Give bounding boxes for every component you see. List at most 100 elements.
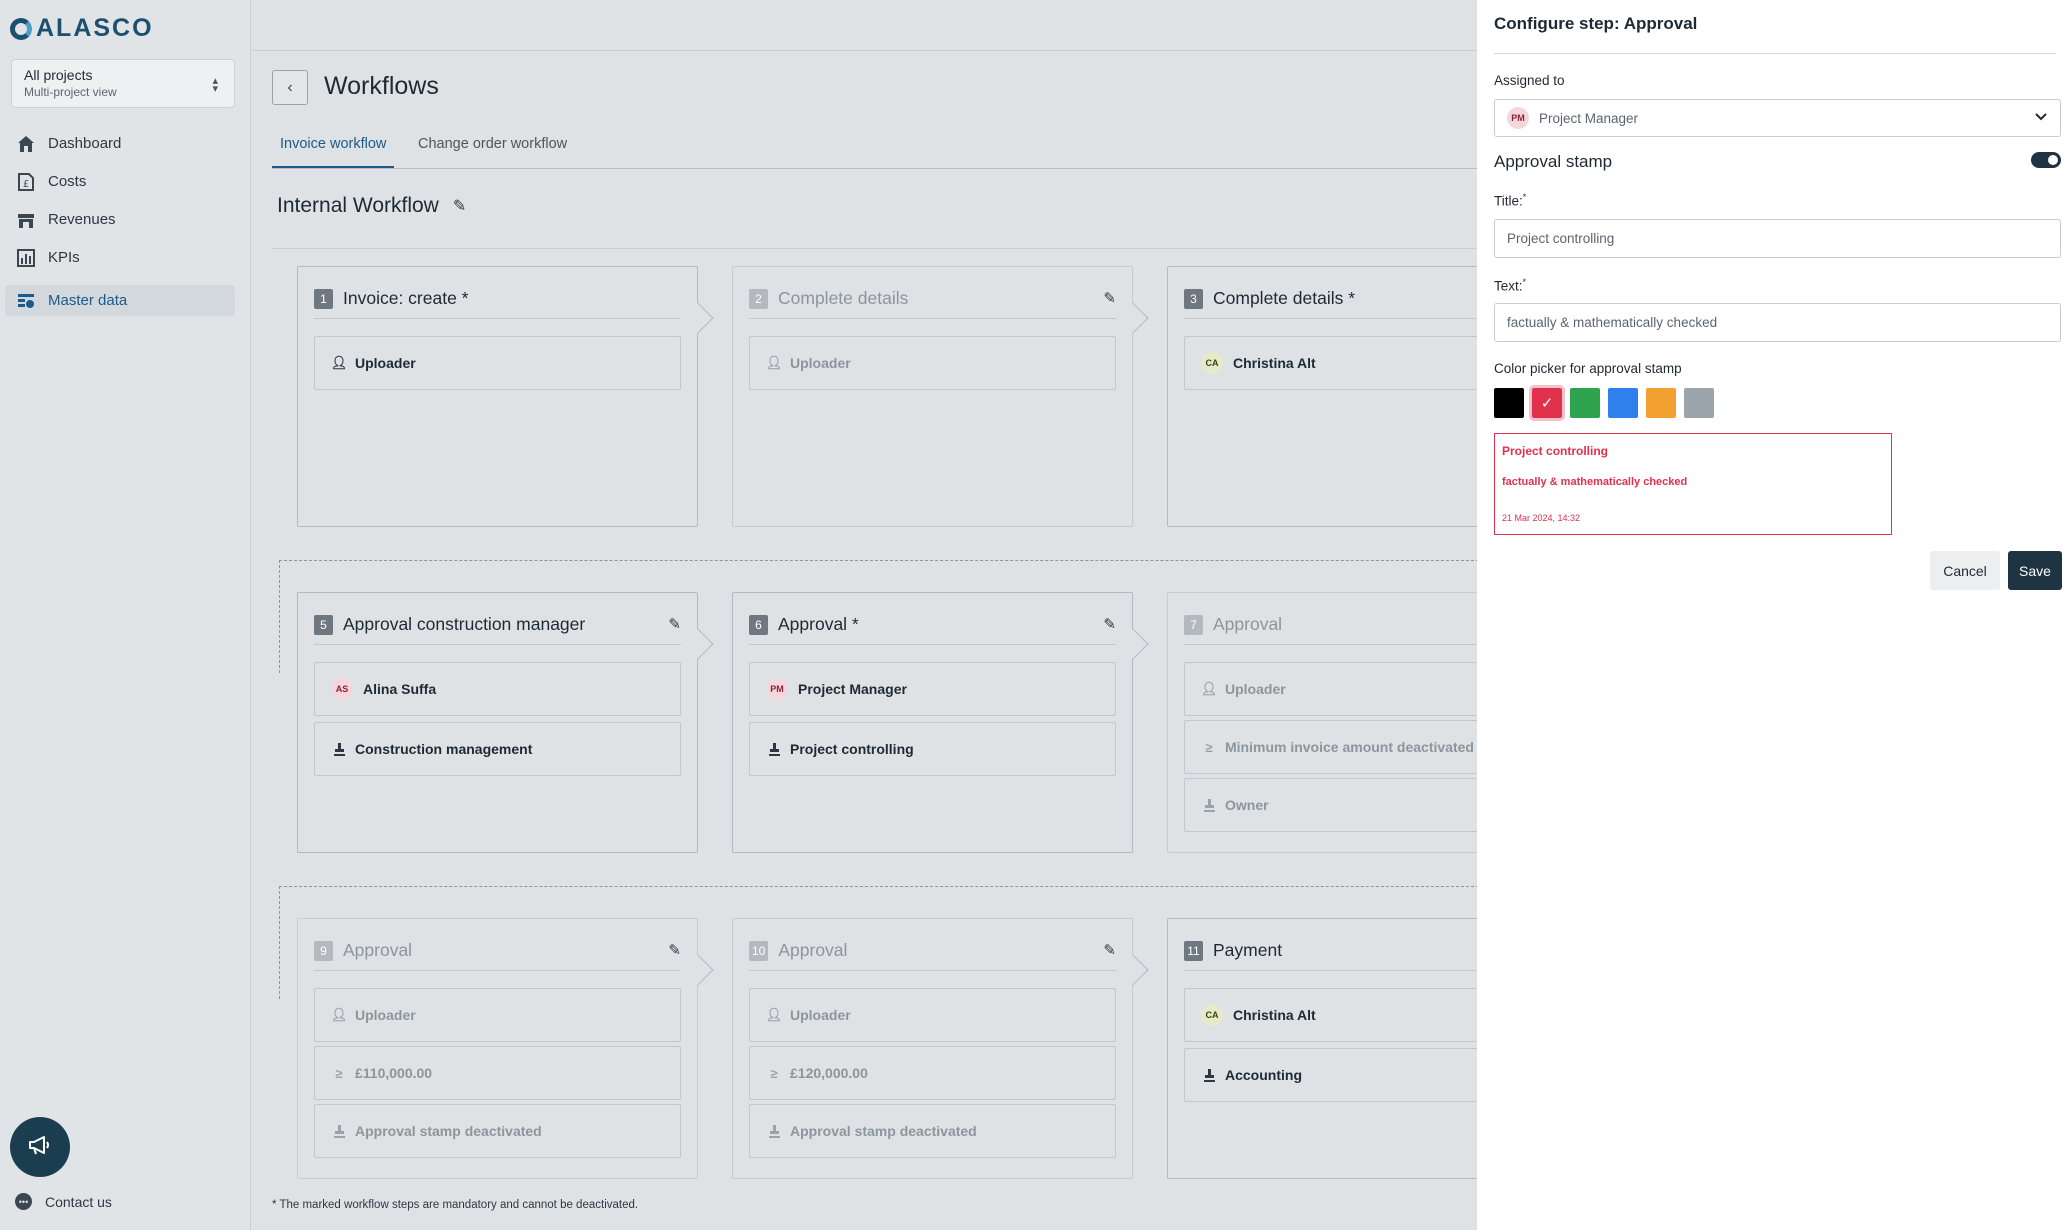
workflow-step-10[interactable]: 10 Approval ✎ 👤︎ Uploader ≥ £120,000.00 … [732, 918, 1149, 1179]
step-assignee: 👤︎ Uploader [314, 988, 681, 1042]
stamp-icon [331, 1124, 347, 1138]
greater-equal-icon: ≥ [335, 1065, 343, 1081]
approval-stamp-preview: Project controlling factually & mathemat… [1494, 433, 1892, 535]
step-assignee-label: Christina Alt [1233, 1007, 1316, 1023]
color-swatch-orange[interactable] [1646, 388, 1676, 418]
step-header: 6 Approval * ✎ [749, 605, 1116, 645]
sidebar-item-kpis[interactable]: KPIs [5, 242, 235, 273]
kpis-icon [16, 248, 36, 268]
tab-change-order-workflow[interactable]: Change order workflow [410, 132, 575, 168]
sidebar-item-dashboard[interactable]: Dashboard [5, 128, 235, 159]
step-stamp-label: Approval stamp deactivated [355, 1123, 542, 1139]
step-assignee-label: Alina Suffa [363, 681, 437, 697]
step-assignee: 👤︎ Uploader [314, 336, 681, 390]
required-mark: * [1522, 192, 1527, 202]
sidebar-nav: Dashboard £ Costs Revenues KPIs Master d… [5, 128, 235, 323]
user-icon: 👤︎ [330, 1007, 348, 1022]
workflow-step-7[interactable]: 7 Approval 👤︎ Uploader ≥ Minimum invoice… [1167, 592, 1477, 853]
stamp-text-input[interactable] [1494, 303, 2061, 342]
step-min-amount: ≥ £110,000.00 [314, 1046, 681, 1100]
assigned-to-select[interactable]: PM Project Manager [1494, 99, 2061, 137]
step-assignee: PM Project Manager [749, 662, 1116, 716]
step-name: Invoice: create * [343, 288, 469, 308]
project-selector-name: All projects [24, 67, 93, 83]
workflow-step-1[interactable]: 1 Invoice: create * 👤︎ Uploader [297, 266, 714, 527]
step-name: Approval * [778, 614, 859, 634]
color-swatch-gray[interactable] [1684, 388, 1714, 418]
workflow-title: Internal Workflow ✎ [277, 194, 466, 218]
divider [272, 248, 1477, 249]
color-swatch-red[interactable]: ✓ [1529, 385, 1565, 421]
stamp-icon [1201, 798, 1217, 812]
contact-us-link[interactable]: ••• Contact us [15, 1193, 112, 1210]
step-stamp-label: Owner [1225, 797, 1269, 813]
svg-text:£: £ [23, 179, 29, 190]
announcements-button[interactable] [10, 1117, 70, 1177]
logo-icon [10, 17, 32, 40]
avatar: PM [1507, 107, 1529, 129]
stamp-icon [1201, 1068, 1217, 1082]
edit-step-icon[interactable]: ✎ [668, 941, 681, 959]
sidebar: ALASCO All projects Multi-project view ▴… [0, 0, 251, 1230]
step-name: Approval [1213, 614, 1283, 634]
save-button[interactable]: Save [2008, 551, 2062, 590]
sidebar-item-master-data[interactable]: Master data [5, 285, 235, 316]
logo[interactable]: ALASCO [10, 14, 154, 43]
step-header: 9 Approval ✎ [314, 931, 681, 971]
stamp-title-input[interactable] [1494, 219, 2061, 258]
workflow-step-6[interactable]: 6 Approval * ✎ PM Project Manager Projec… [732, 592, 1149, 853]
step-stamp: Accounting [1184, 1048, 1477, 1102]
step-header: 11 Payment [1184, 931, 1477, 971]
checkmark-icon: ✓ [1540, 395, 1554, 412]
panel-title: Configure step: Approval [1494, 14, 1698, 33]
workflow-step-11[interactable]: 11 Payment CA Christina Alt Accounting [1167, 918, 1477, 1179]
stamp-preview-text: factually & mathematically checked [1502, 476, 1688, 488]
color-swatch-green[interactable] [1570, 388, 1600, 418]
edit-step-icon[interactable]: ✎ [1103, 289, 1116, 307]
sidebar-item-costs[interactable]: £ Costs [5, 166, 235, 197]
color-picker: ✓ [1494, 385, 1714, 421]
user-icon: 👤︎ [330, 355, 348, 370]
step-header: 1 Invoice: create * [314, 279, 681, 319]
project-selector-subtitle: Multi-project view [24, 85, 117, 99]
color-swatch-blue[interactable] [1608, 388, 1638, 418]
step-number: 5 [314, 614, 333, 635]
step-assignee: 👤︎ Uploader [1184, 662, 1477, 716]
stamp-icon [331, 742, 347, 756]
step-min-amount-label: £110,000.00 [355, 1065, 433, 1081]
step-assignee-label: Project Manager [798, 681, 907, 697]
stamp-preview-date: 21 Mar 2024, 14:32 [1502, 513, 1581, 523]
color-picker-label: Color picker for approval stamp [1494, 361, 1682, 376]
revenues-icon [16, 210, 36, 230]
sidebar-item-revenues[interactable]: Revenues [5, 204, 235, 235]
cancel-button[interactable]: Cancel [1930, 551, 2000, 590]
back-button[interactable]: ‹ [272, 70, 308, 105]
workflow-step-2[interactable]: 2 Complete details ✎ 👤︎ Uploader [732, 266, 1149, 527]
edit-step-icon[interactable]: ✎ [668, 615, 681, 633]
color-swatch-black[interactable] [1494, 388, 1524, 418]
stamp-text-label-text: Text: [1494, 278, 1523, 294]
step-stamp-label: Project controlling [790, 741, 914, 757]
megaphone-icon [27, 1132, 53, 1163]
workflow-step-3[interactable]: 3 Complete details * CA Christina Alt [1167, 266, 1477, 527]
workflow-step-5[interactable]: 5 Approval construction manager ✎ AS Ali… [297, 592, 714, 853]
step-name: Payment [1213, 940, 1283, 960]
workflow-step-9[interactable]: 9 Approval ✎ 👤︎ Uploader ≥ £110,000.00 A… [297, 918, 714, 1179]
avatar: PM [766, 678, 788, 700]
edit-workflow-title-icon[interactable]: ✎ [453, 196, 466, 216]
step-name: Complete details [778, 288, 909, 308]
step-number: 2 [749, 288, 768, 309]
edit-step-icon[interactable]: ✎ [1103, 615, 1116, 633]
project-selector[interactable]: All projects Multi-project view ▴ ▾ [11, 59, 235, 108]
greater-equal-icon: ≥ [770, 1065, 778, 1081]
edit-step-icon[interactable]: ✎ [1103, 941, 1116, 959]
step-number: 1 [314, 288, 333, 309]
tab-invoice-workflow[interactable]: Invoice workflow [272, 132, 395, 168]
stamp-title-label-text: Title: [1494, 193, 1523, 209]
avatar: CA [1201, 352, 1223, 374]
step-stamp: Approval stamp deactivated [314, 1104, 681, 1158]
avatar: CA [1201, 1004, 1223, 1026]
configure-step-panel: Configure step: Approval Assigned to PM … [1477, 0, 2072, 1230]
approval-stamp-toggle[interactable] [2031, 152, 2061, 168]
step-stamp-label: Approval stamp deactivated [790, 1123, 977, 1139]
